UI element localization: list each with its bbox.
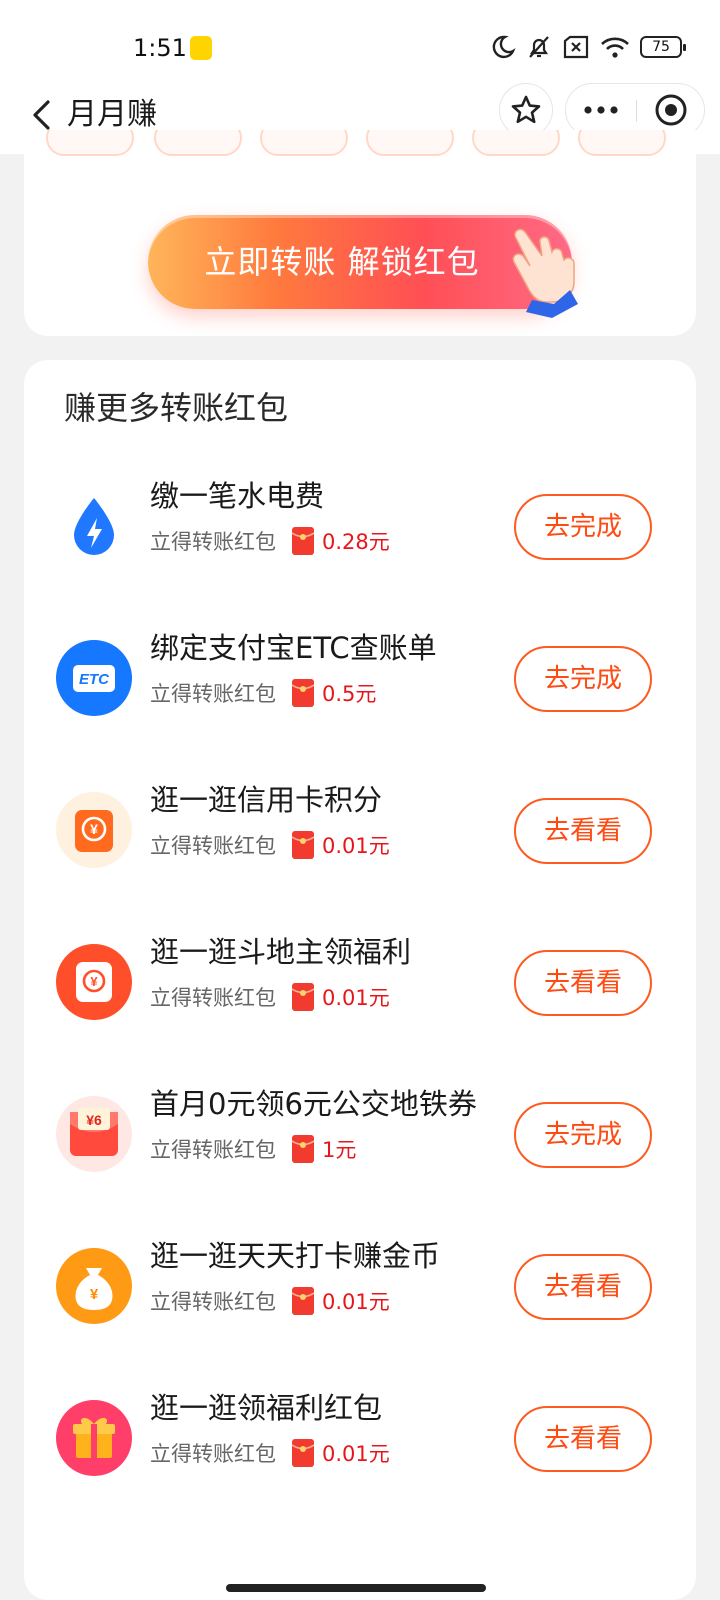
favorite-button[interactable] bbox=[499, 83, 553, 137]
task-row: ETC 绑定支付宝ETC查账单 立得转账红包 0.5元 去完成 bbox=[24, 620, 696, 730]
amount-pill[interactable] bbox=[472, 130, 560, 156]
task-title: 缴一笔水电费 bbox=[150, 479, 325, 513]
reward-amount: 0.01元 bbox=[322, 1442, 390, 1466]
app-notification-icon bbox=[190, 36, 212, 60]
icon-glyph: ¥ bbox=[90, 821, 98, 837]
card-game-icon: ¥ bbox=[56, 944, 132, 1020]
task-row: 缴一笔水电费 立得转账红包 0.28元 去完成 bbox=[24, 468, 696, 578]
section-title: 赚更多转账红包 bbox=[64, 389, 289, 427]
mini-program-capsule bbox=[565, 83, 705, 137]
task-reward: 立得转账红包 0.01元 bbox=[150, 980, 390, 1014]
amount-pill[interactable] bbox=[46, 130, 134, 156]
status-time: 1:51 bbox=[133, 34, 187, 62]
task-title: 首月0元领6元公交地铁券 bbox=[150, 1087, 477, 1121]
status-icons: 75 bbox=[490, 34, 686, 60]
reward-amount: 1元 bbox=[322, 1138, 357, 1162]
task-title: 逛一逛斗地主领福利 bbox=[150, 935, 412, 969]
go-complete-button[interactable]: 去完成 bbox=[514, 1102, 652, 1168]
cta-label: 立即转账 解锁红包 bbox=[204, 243, 480, 281]
reward-label: 立得转账红包 bbox=[150, 1442, 276, 1466]
amount-pill[interactable] bbox=[366, 130, 454, 156]
red-packet-icon bbox=[292, 831, 314, 859]
task-row: ¥ 逛一逛天天打卡赚金币 立得转账红包 0.01元 去看看 bbox=[24, 1228, 696, 1338]
task-reward: 立得转账红包 0.01元 bbox=[150, 828, 390, 862]
icon-glyph: ¥ bbox=[90, 974, 98, 989]
credit-card-points-icon: ¥ bbox=[56, 792, 132, 868]
icon-glyph: ¥ bbox=[90, 1286, 99, 1303]
close-mini-program-button[interactable] bbox=[637, 84, 705, 136]
go-complete-button[interactable]: 去完成 bbox=[514, 646, 652, 712]
promo-card: 立即转账 解锁红包 bbox=[24, 130, 696, 336]
task-title: 逛一逛天天打卡赚金币 bbox=[150, 1239, 441, 1273]
go-browse-button[interactable]: 去看看 bbox=[514, 1406, 652, 1472]
icon-glyph: ¥6 bbox=[86, 1112, 102, 1128]
red-packet-icon bbox=[292, 1287, 314, 1315]
go-browse-button[interactable]: 去看看 bbox=[514, 798, 652, 864]
star-icon bbox=[511, 95, 541, 124]
more-icon bbox=[584, 106, 618, 114]
home-indicator[interactable] bbox=[226, 1584, 486, 1592]
task-reward: 立得转账红包 1元 bbox=[150, 1132, 356, 1166]
reward-label: 立得转账红包 bbox=[150, 530, 276, 554]
mini-program-close-icon bbox=[655, 94, 687, 126]
reward-amount: 0.01元 bbox=[322, 834, 390, 858]
sim-x-icon bbox=[563, 35, 589, 59]
go-complete-button[interactable]: 去完成 bbox=[514, 494, 652, 560]
task-reward: 立得转账红包 0.01元 bbox=[150, 1436, 390, 1470]
task-list-card: 赚更多转账红包 缴一笔水电费 立得转账红包 0.28元 去完成 ETC 绑定支付… bbox=[24, 360, 696, 1600]
reward-label: 立得转账红包 bbox=[150, 1290, 276, 1314]
pointing-hand-icon bbox=[512, 228, 578, 318]
task-row: ¥6 首月0元领6元公交地铁券 立得转账红包 1元 去完成 bbox=[24, 1076, 696, 1186]
money-bag-icon: ¥ bbox=[56, 1248, 132, 1324]
reward-amount: 0.5元 bbox=[322, 682, 377, 706]
task-row: 逛一逛领福利红包 立得转账红包 0.01元 去看看 bbox=[24, 1380, 696, 1490]
gift-icon bbox=[56, 1400, 132, 1476]
red-packet-icon bbox=[292, 1439, 314, 1467]
reward-label: 立得转账红包 bbox=[150, 682, 276, 706]
reward-label: 立得转账红包 bbox=[150, 986, 276, 1010]
moon-icon bbox=[492, 35, 516, 59]
reward-amount: 0.01元 bbox=[322, 1290, 390, 1314]
red-packet-icon bbox=[292, 679, 314, 707]
task-row: ¥ 逛一逛信用卡积分 立得转账红包 0.01元 去看看 bbox=[24, 772, 696, 882]
go-browse-button[interactable]: 去看看 bbox=[514, 1254, 652, 1320]
task-row: ¥ 逛一逛斗地主领福利 立得转账红包 0.01元 去看看 bbox=[24, 924, 696, 1034]
status-bar: 1:51 75 bbox=[0, 0, 720, 80]
water-electric-icon bbox=[74, 498, 114, 555]
reward-label: 立得转账红包 bbox=[150, 834, 276, 858]
red-packet-icon bbox=[292, 1135, 314, 1163]
task-title: 逛一逛信用卡积分 bbox=[150, 783, 383, 817]
amount-pill-row bbox=[46, 130, 686, 158]
red-packet-icon bbox=[292, 983, 314, 1011]
wifi-icon bbox=[601, 37, 629, 58]
task-title: 逛一逛领福利红包 bbox=[150, 1391, 383, 1425]
task-reward: 立得转账红包 0.5元 bbox=[150, 676, 376, 710]
transit-coupon-icon: ¥6 bbox=[56, 1096, 132, 1172]
bell-off-icon bbox=[529, 36, 549, 58]
more-button[interactable] bbox=[566, 84, 636, 136]
amount-pill[interactable] bbox=[578, 130, 666, 156]
amount-pill[interactable] bbox=[260, 130, 348, 156]
go-browse-button[interactable]: 去看看 bbox=[514, 950, 652, 1016]
reward-label: 立得转账红包 bbox=[150, 1138, 276, 1162]
task-reward: 立得转账红包 0.01元 bbox=[150, 1284, 390, 1318]
reward-amount: 0.28元 bbox=[322, 530, 390, 554]
task-reward: 立得转账红包 0.28元 bbox=[150, 524, 390, 558]
task-title: 绑定支付宝ETC查账单 bbox=[150, 631, 437, 665]
etc-icon-label: ETC bbox=[79, 671, 110, 688]
battery-icon: 75 bbox=[640, 36, 686, 58]
red-packet-icon bbox=[292, 527, 314, 555]
reward-amount: 0.01元 bbox=[322, 986, 390, 1010]
etc-icon: ETC bbox=[56, 640, 132, 716]
amount-pill[interactable] bbox=[154, 130, 242, 156]
